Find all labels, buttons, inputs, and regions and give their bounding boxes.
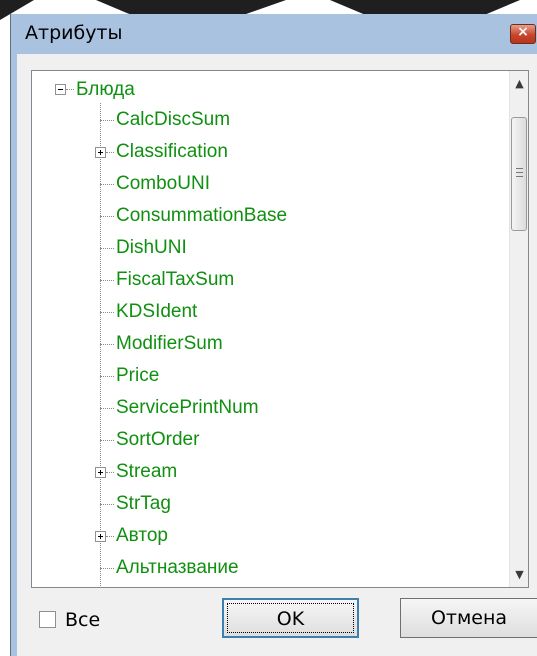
tree-root[interactable]: Блюда <box>76 74 135 106</box>
expand-icon[interactable] <box>95 531 106 542</box>
collapse-icon[interactable] <box>55 84 66 95</box>
tree-item[interactable]: ComboUNI <box>116 168 210 200</box>
tree-item[interactable]: CalcDiscSum <box>116 104 230 136</box>
expand-icon[interactable] <box>95 467 106 478</box>
dialog-body: Блюда CalcDiscSum Classification ComboUNI C… <box>17 54 537 656</box>
tree-item[interactable]: Price <box>116 360 159 392</box>
scroll-up-icon[interactable]: ▲ <box>510 74 528 93</box>
tree-item[interactable]: ModifierSum <box>116 328 223 360</box>
tree-item[interactable]: ServicePrintNum <box>116 392 259 424</box>
all-checkbox-label: Все <box>65 609 101 631</box>
tree-item[interactable]: ConsummationBase <box>116 200 287 232</box>
focus-rectangle <box>227 603 354 633</box>
tree-item[interactable]: Альтназвание <box>116 552 239 584</box>
tree-item[interactable]: DishUNI <box>116 232 187 264</box>
cancel-button-label: Отмена <box>430 607 508 629</box>
tree-item[interactable]: Classification <box>116 136 228 168</box>
attributes-dialog: Атрибуты × Блюда CalcDiscSum Classificati… <box>10 14 537 656</box>
all-checkbox[interactable] <box>39 611 56 628</box>
tree-item[interactable]: FiscalTaxSum <box>116 264 234 296</box>
tree-item[interactable]: StrTag <box>116 488 171 520</box>
tree-item[interactable]: Автор <box>116 520 168 552</box>
title-bar[interactable]: Атрибуты × <box>11 14 537 54</box>
tree-item[interactable]: SortOrder <box>116 424 199 456</box>
scroll-down-icon[interactable]: ▼ <box>510 565 528 584</box>
cancel-button[interactable]: Отмена <box>400 598 537 638</box>
attribute-tree[interactable]: Блюда CalcDiscSum Classification ComboUNI C… <box>31 70 529 588</box>
dialog-title: Атрибуты <box>25 22 123 44</box>
scroll-thumb[interactable] <box>511 117 527 231</box>
expand-icon[interactable] <box>95 147 106 158</box>
close-button[interactable]: × <box>510 24 536 44</box>
tree-item[interactable]: Stream <box>116 456 177 488</box>
vertical-scrollbar[interactable]: ▲ ▼ <box>509 71 528 587</box>
ok-button[interactable]: OK <box>222 598 359 638</box>
close-icon: × <box>517 24 529 40</box>
tree-item[interactable]: KDSIdent <box>116 296 197 328</box>
